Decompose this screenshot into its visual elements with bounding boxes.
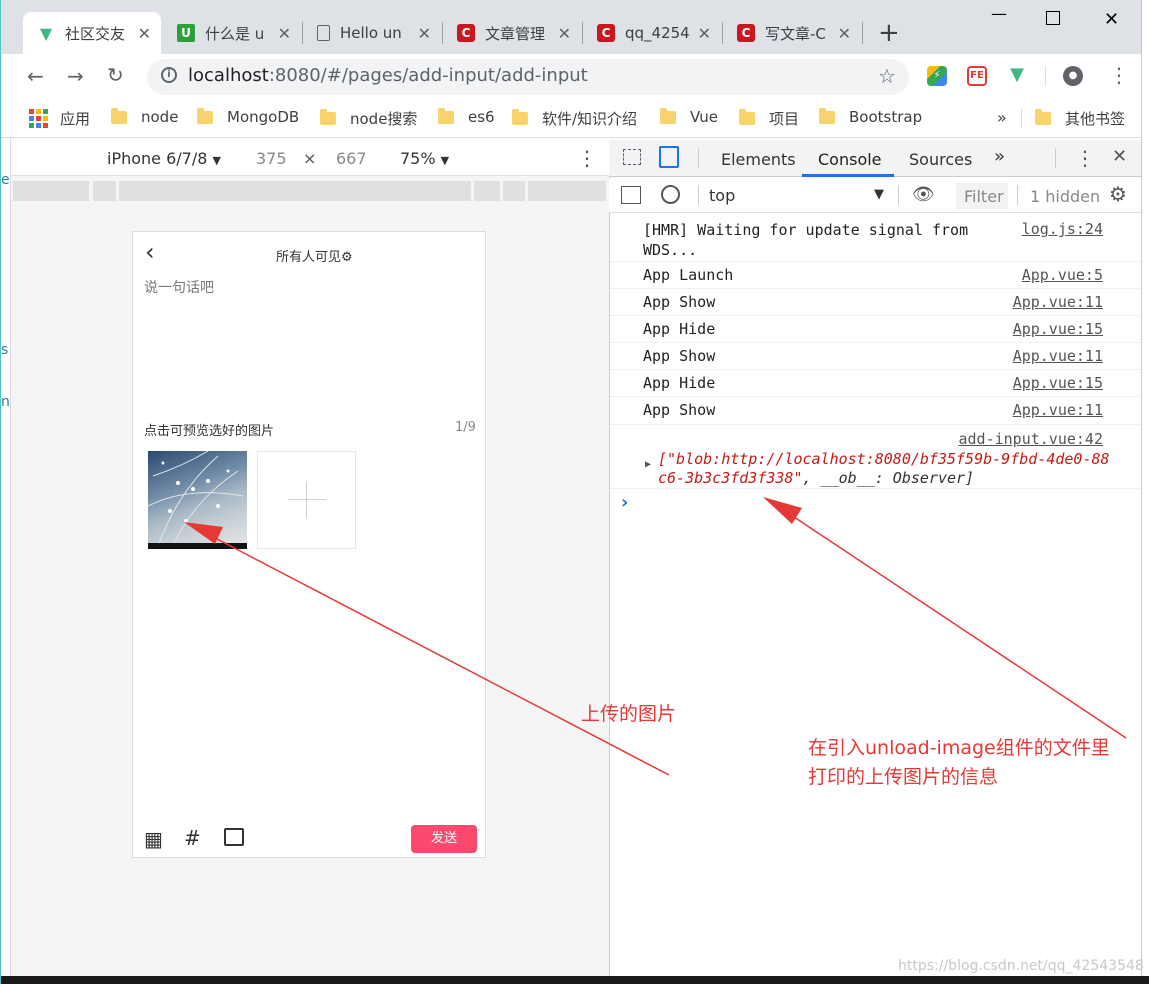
annotation-print-info-line2: 打印的上传图片的信息 bbox=[808, 766, 999, 788]
taskbar-edge bbox=[1, 976, 1149, 984]
arrow-head-uploaded-image bbox=[184, 522, 223, 544]
window-right-edge bbox=[1141, 0, 1149, 976]
arrow-head-print-info bbox=[763, 497, 802, 524]
annotation-print-info-line1: 在引入unload-image组件的文件里 bbox=[808, 737, 1110, 759]
arrow-line-print-info bbox=[772, 502, 1127, 739]
arrow-line-uploaded-image bbox=[195, 527, 670, 776]
watermark: https://blog.csdn.net/qq_42543548 bbox=[898, 958, 1144, 974]
browser-window: ▼ 社区交友 ✕ U 什么是 u ✕ Hello un ✕ C 文章管理 ✕ C… bbox=[0, 0, 1149, 984]
annotation-arrows bbox=[184, 497, 1127, 776]
annotation-uploaded-image: 上传的图片 bbox=[581, 703, 677, 725]
